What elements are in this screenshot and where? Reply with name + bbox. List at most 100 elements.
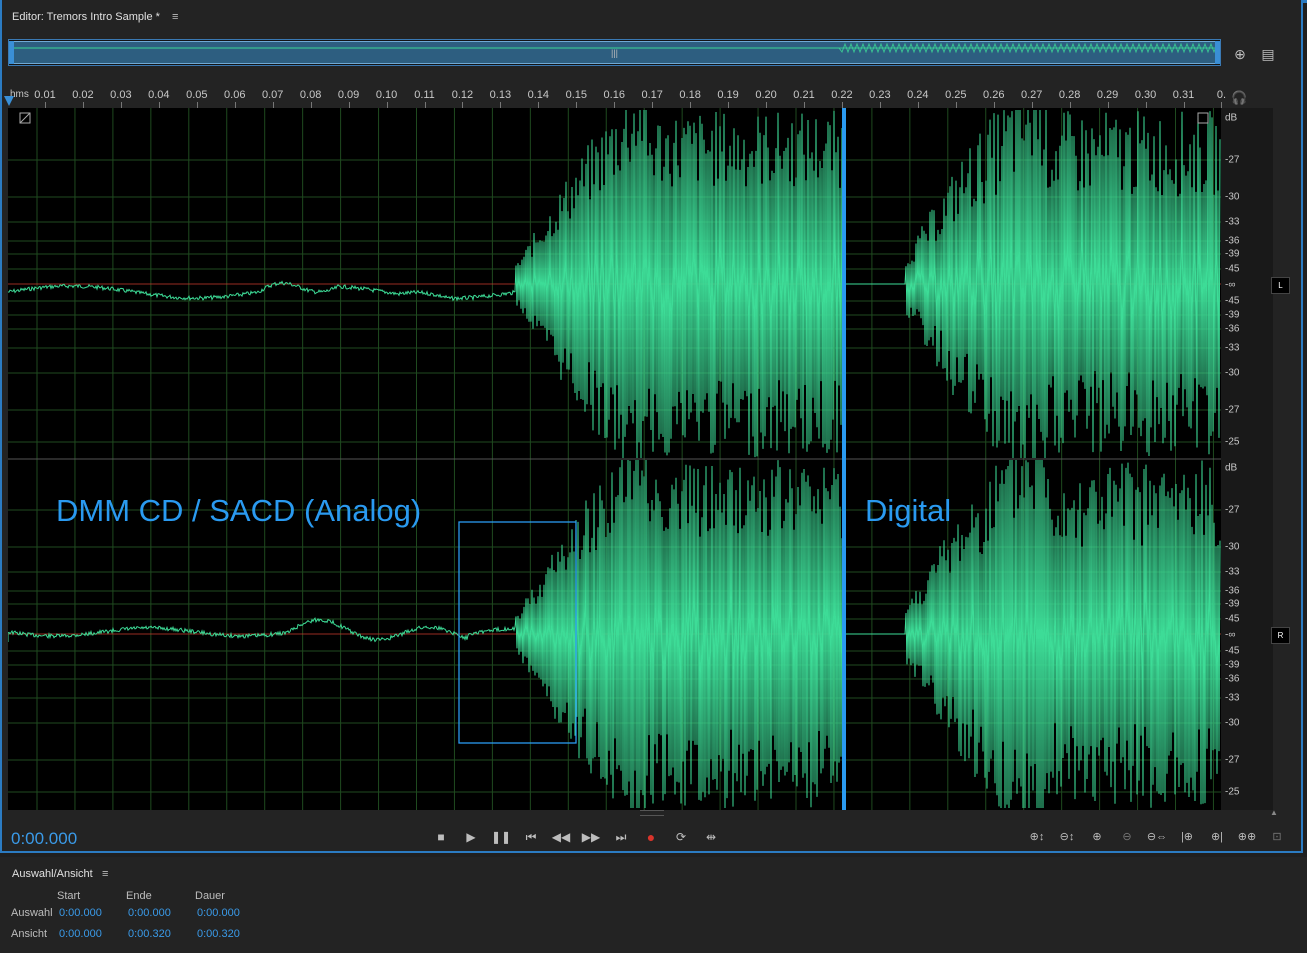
db-scale-label: -45	[1225, 613, 1240, 625]
zoom-to-selection-icon[interactable]: ⊕⊕	[1235, 828, 1259, 846]
headphone-monitor-icon[interactable]: 🎧	[1231, 90, 1247, 106]
ruler-tick-label: 0.04	[148, 89, 170, 101]
db-scale-label: -36	[1225, 585, 1240, 597]
row-label-view: Ansicht	[11, 928, 48, 940]
zoom-navigator-icon[interactable]: ⊕	[1230, 44, 1250, 64]
ruler-tick-label: 0.15	[565, 89, 588, 101]
stop-icon[interactable]: ■	[431, 828, 451, 846]
db-scale-label: -30	[1225, 717, 1240, 729]
time-ruler[interactable]: hms 0.01 0.02 0.03 0.04 0.05 0.06 0.07 0.08 0.09…	[8, 86, 1226, 108]
db-scale-label: -33	[1225, 342, 1240, 354]
db-scale-label: dB	[1225, 462, 1238, 474]
db-scale-label: -25	[1225, 786, 1240, 798]
fast-forward-icon[interactable]: ▶▶	[581, 828, 601, 846]
skip-selection-icon[interactable]: ⇹	[701, 828, 721, 846]
waveform-canvas	[8, 108, 1221, 810]
ruler-tick-label: 0.29	[1096, 89, 1119, 101]
ruler-tick-label: 0.23	[869, 89, 891, 101]
db-scale-label: -45	[1225, 295, 1240, 307]
ruler-tick-label: 0.27	[1020, 89, 1043, 101]
zoom-in-amplitude-icon[interactable]: ⊕↕	[1025, 828, 1049, 846]
overview-scrollbar[interactable]: |||	[8, 39, 1221, 66]
ruler-tick-label: 0.19	[717, 89, 739, 101]
db-scale-column	[1221, 108, 1273, 810]
waveform-display[interactable]	[8, 108, 1221, 810]
view-duration-field[interactable]: 0:00.320	[197, 928, 240, 940]
ruler-tick-label: 0.08	[299, 89, 322, 101]
db-scale-label: -39	[1225, 598, 1240, 610]
playhead-marker-icon[interactable]	[4, 96, 14, 106]
db-scale-label: -33	[1225, 566, 1240, 578]
ruler-tick-label: 0.06	[224, 89, 246, 101]
db-scale-label: -30	[1225, 541, 1240, 553]
db-scale-label: -27	[1225, 404, 1240, 416]
db-scale-label: -36	[1225, 673, 1240, 685]
zoom-in-at-end-icon[interactable]: ⊕|	[1205, 828, 1229, 846]
view-end-field[interactable]: 0:00.320	[128, 928, 171, 940]
panel-title: Auswahl/Ansicht	[12, 868, 93, 880]
ruler-tick-label: 0.31	[1172, 89, 1195, 101]
db-scale-label: -33	[1225, 216, 1240, 228]
editor-title: Editor: Tremors Intro Sample *	[12, 11, 160, 23]
ruler-tick-label: 0.02	[72, 89, 94, 101]
column-header-duration: Dauer	[195, 890, 225, 902]
record-icon[interactable]: ●	[641, 828, 661, 846]
ruler-tick-label: 0.20	[755, 89, 777, 101]
zoom-reset-icon[interactable]: ⊡	[1265, 828, 1289, 846]
db-scale-label: -∞	[1225, 629, 1236, 641]
go-to-start-icon[interactable]: ⏮	[521, 828, 541, 846]
annotation-analog: DMM CD / SACD (Analog)	[56, 493, 422, 528]
column-header-start: Start	[57, 890, 81, 902]
selection-view-panel: Auswahl/Ansicht ≡ Start Ende Dauer Auswa…	[0, 857, 1307, 953]
ruler-tick-label: 0.10	[375, 89, 398, 101]
ruler-tick-label: 0.25	[945, 89, 967, 101]
zoom-out-full-icon[interactable]: ⊖⇔	[1145, 828, 1169, 846]
selection-duration-field[interactable]: 0:00.000	[197, 907, 240, 919]
zoom-in-at-start-icon[interactable]: |⊕	[1175, 828, 1199, 846]
play-icon[interactable]: ▶	[461, 828, 481, 846]
pause-icon[interactable]: ❚❚	[491, 828, 511, 846]
overview-visible-range[interactable]: |||	[10, 41, 1220, 64]
ruler-tick-label: 0.14	[527, 89, 550, 101]
db-scale-label: -∞	[1225, 279, 1236, 291]
db-scale-label: -45	[1225, 263, 1240, 275]
ruler-tick-label: 0.30	[1134, 89, 1157, 101]
ruler-tick-label: 0.28	[1058, 89, 1081, 101]
overview-grip-icon[interactable]: |||	[611, 48, 618, 58]
annotation-digital: Digital	[865, 493, 952, 528]
rewind-icon[interactable]: ◀◀	[551, 828, 571, 846]
channel-badge-left[interactable]: L	[1271, 277, 1290, 294]
db-scale-label: -27	[1225, 154, 1240, 166]
db-scale-label: -45	[1225, 645, 1240, 657]
overview-right-handle[interactable]	[1215, 41, 1220, 64]
view-start-field[interactable]: 0:00.000	[59, 928, 102, 940]
overview-options-icon[interactable]: ▤	[1258, 44, 1278, 64]
selection-start-field[interactable]: 0:00.000	[59, 907, 102, 919]
loop-playback-icon[interactable]: ⟳	[671, 828, 691, 846]
zoom-in-time-icon[interactable]: ⊕	[1085, 828, 1109, 846]
ruler-tick-label: 0.18	[679, 89, 701, 101]
overview-left-handle[interactable]	[9, 41, 14, 64]
zoom-out-amplitude-icon[interactable]: ⊖↕	[1055, 828, 1079, 846]
editor-menu-icon[interactable]: ≡	[172, 11, 178, 23]
db-scale-label: -36	[1225, 235, 1240, 247]
ruler-tick-label: 0.26	[983, 89, 1005, 101]
db-scale-label: -27	[1225, 754, 1240, 766]
ruler-tick-label: 0.03	[110, 89, 132, 101]
db-scale-label: -30	[1225, 191, 1240, 203]
panel-menu-icon[interactable]: ≡	[102, 868, 108, 880]
ruler-tick-label: 0.13	[489, 89, 512, 101]
db-scale-label: -33	[1225, 692, 1240, 704]
channel-badge-right[interactable]: R	[1271, 627, 1290, 644]
ruler-tick-label: 0.07	[261, 89, 284, 101]
current-time-display[interactable]: 0:00.000	[11, 829, 77, 849]
vertical-resize-grip[interactable]	[640, 810, 664, 816]
go-to-end-icon[interactable]: ⏭	[611, 828, 631, 846]
selection-end-field[interactable]: 0:00.000	[128, 907, 171, 919]
db-scale-label: dB	[1225, 112, 1238, 124]
db-scale-label: -30	[1225, 367, 1240, 379]
ruler-tick-label: 0.21	[793, 89, 815, 101]
ruler-tick-label: 0.22	[831, 89, 853, 101]
db-scale-label: -39	[1225, 659, 1240, 671]
zoom-out-time-icon[interactable]: ⊖	[1115, 828, 1139, 846]
